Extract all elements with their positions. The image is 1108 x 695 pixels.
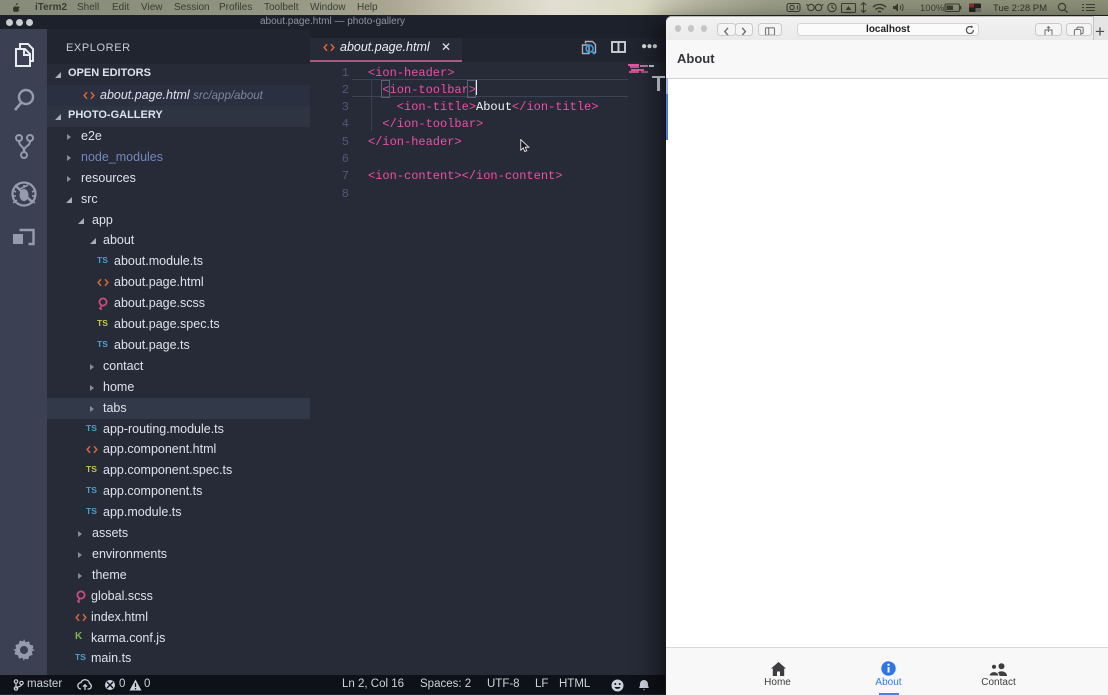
- svg-text:100%: 100%: [920, 3, 945, 14]
- svg-text:Tue 2:28 PM: Tue 2:28 PM: [993, 3, 1047, 14]
